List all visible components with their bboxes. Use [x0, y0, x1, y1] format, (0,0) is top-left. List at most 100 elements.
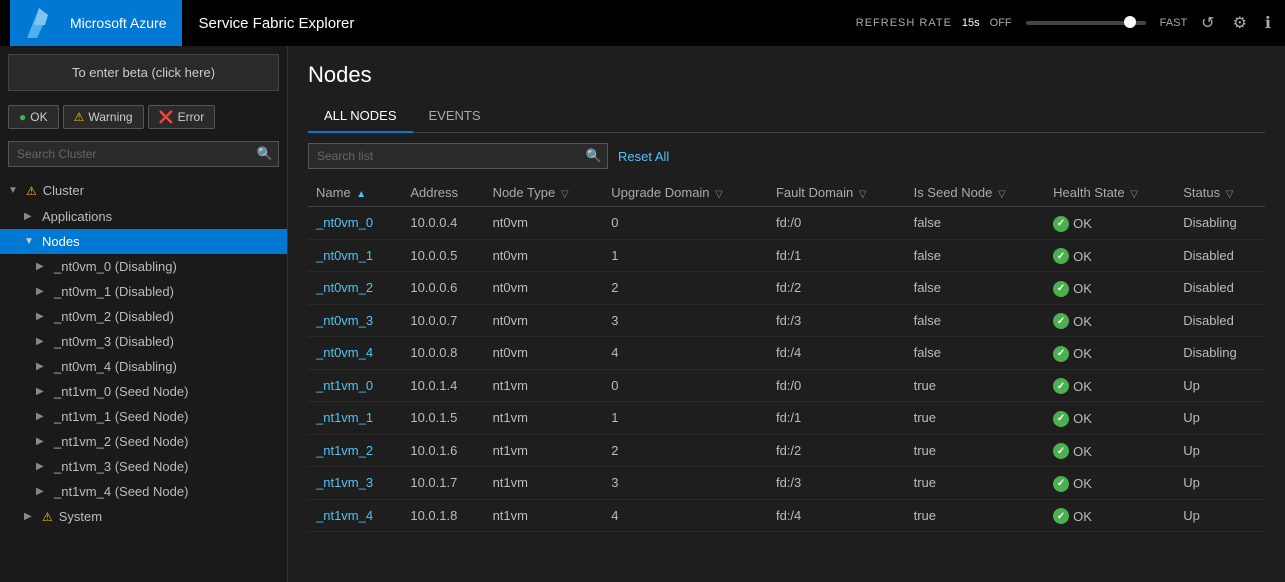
- tabs: ALL NODES EVENTS: [308, 100, 1265, 133]
- health-badge: OK: [1053, 248, 1092, 264]
- chevron-icon: ▶: [36, 286, 48, 297]
- node-link[interactable]: _nt1vm_3: [316, 475, 373, 490]
- search-cluster-icon[interactable]: 🔍: [257, 146, 273, 162]
- sidebar-item-nt0vm2[interactable]: ▶ _nt0vm_2 (Disabled): [0, 304, 287, 329]
- content-area: Nodes ALL NODES EVENTS 🔍 Reset All Name …: [288, 46, 1285, 582]
- search-cluster-input[interactable]: [8, 141, 279, 167]
- col-is-seed-node[interactable]: Is Seed Node ▽: [906, 179, 1046, 207]
- sidebar-item-cluster[interactable]: ▼ ⚠ Cluster: [0, 177, 287, 204]
- refresh-slider[interactable]: [1026, 21, 1146, 25]
- cell-address: 10.0.1.8: [402, 499, 484, 532]
- cell-health-state: OK: [1045, 239, 1175, 272]
- node-label: _nt0vm_0 (Disabling): [54, 259, 177, 274]
- sidebar-item-nt0vm0[interactable]: ▶ _nt0vm_0 (Disabling): [0, 254, 287, 279]
- sidebar-item-nt1vm4[interactable]: ▶ _nt1vm_4 (Seed Node): [0, 479, 287, 504]
- chevron-icon: ▶: [24, 511, 36, 522]
- cell-is-seed-node: true: [906, 369, 1046, 402]
- info-icon[interactable]: ℹ: [1261, 9, 1275, 37]
- settings-icon[interactable]: ⚙: [1229, 9, 1251, 37]
- cell-name: _nt0vm_2: [308, 272, 402, 305]
- cell-address: 10.0.0.6: [402, 272, 484, 305]
- main-layout: To enter beta (click here) ● OK ⚠ Warnin…: [0, 46, 1285, 582]
- ok-status-button[interactable]: ● OK: [8, 105, 59, 129]
- applications-label: Applications: [42, 209, 112, 224]
- content-toolbar: 🔍 Reset All: [288, 133, 1285, 179]
- cell-status: Up: [1175, 402, 1265, 435]
- reset-all-button[interactable]: Reset All: [618, 149, 669, 164]
- chevron-icon: ▶: [36, 386, 48, 397]
- table-row: _nt0vm_3 10.0.0.7 nt0vm 3 fd:/3 false OK…: [308, 304, 1265, 337]
- sidebar-item-nt1vm0[interactable]: ▶ _nt1vm_0 (Seed Node): [0, 379, 287, 404]
- col-address[interactable]: Address: [402, 179, 484, 207]
- col-name[interactable]: Name ▲: [308, 179, 402, 207]
- cell-node-type: nt1vm: [485, 402, 604, 435]
- chevron-icon: ▶: [36, 486, 48, 497]
- cell-node-type: nt0vm: [485, 304, 604, 337]
- search-list-icon: 🔍: [586, 148, 602, 164]
- cell-fault-domain: fd:/0: [768, 369, 906, 402]
- content-header: Nodes ALL NODES EVENTS: [288, 46, 1285, 133]
- chevron-icon: ▼: [8, 185, 20, 196]
- refresh-icon[interactable]: ↺: [1197, 9, 1218, 37]
- table-row: _nt1vm_4 10.0.1.8 nt1vm 4 fd:/4 true OK …: [308, 499, 1265, 532]
- col-health-state[interactable]: Health State ▽: [1045, 179, 1175, 207]
- cell-is-seed-node: true: [906, 499, 1046, 532]
- col-node-type[interactable]: Node Type ▽: [485, 179, 604, 207]
- sidebar-item-nt0vm3[interactable]: ▶ _nt0vm_3 (Disabled): [0, 329, 287, 354]
- node-label: _nt1vm_0 (Seed Node): [54, 384, 188, 399]
- chevron-icon: ▶: [36, 361, 48, 372]
- system-label: System: [59, 509, 102, 524]
- cell-node-type: nt0vm: [485, 239, 604, 272]
- sidebar-item-nt0vm1[interactable]: ▶ _nt0vm_1 (Disabled): [0, 279, 287, 304]
- warning-status-button[interactable]: ⚠ Warning: [63, 105, 144, 129]
- sidebar-item-nodes[interactable]: ▼ Nodes: [0, 229, 287, 254]
- chevron-icon: ▶: [36, 436, 48, 447]
- brand-label: Microsoft Azure: [70, 15, 166, 31]
- cell-fault-domain: fd:/2: [768, 272, 906, 305]
- cell-is-seed-node: false: [906, 239, 1046, 272]
- cell-upgrade-domain: 2: [603, 434, 768, 467]
- cell-health-state: OK: [1045, 369, 1175, 402]
- ok-circle-icon: [1053, 248, 1069, 264]
- tab-events[interactable]: EVENTS: [413, 100, 497, 133]
- cell-name: _nt0vm_1: [308, 239, 402, 272]
- node-link[interactable]: _nt1vm_2: [316, 443, 373, 458]
- table-row: _nt0vm_2 10.0.0.6 nt0vm 2 fd:/2 false OK…: [308, 272, 1265, 305]
- cell-fault-domain: fd:/1: [768, 402, 906, 435]
- node-label: _nt0vm_3 (Disabled): [54, 334, 174, 349]
- search-list-box: 🔍: [308, 143, 608, 169]
- sidebar-item-nt1vm3[interactable]: ▶ _nt1vm_3 (Seed Node): [0, 454, 287, 479]
- node-link[interactable]: _nt1vm_1: [316, 410, 373, 425]
- cell-is-seed-node: false: [906, 304, 1046, 337]
- cell-address: 10.0.1.5: [402, 402, 484, 435]
- node-link[interactable]: _nt0vm_0: [316, 215, 373, 230]
- ok-icon: ●: [19, 110, 26, 124]
- sidebar-item-nt1vm1[interactable]: ▶ _nt1vm_1 (Seed Node): [0, 404, 287, 429]
- nodes-table: Name ▲ Address Node Type ▽ Upgrade Domai…: [308, 179, 1265, 532]
- node-link[interactable]: _nt0vm_1: [316, 248, 373, 263]
- sidebar-item-nt0vm4[interactable]: ▶ _nt0vm_4 (Disabling): [0, 354, 287, 379]
- col-status[interactable]: Status ▽: [1175, 179, 1265, 207]
- table-row: _nt0vm_0 10.0.0.4 nt0vm 0 fd:/0 false OK…: [308, 207, 1265, 240]
- error-icon: ❌: [159, 110, 174, 124]
- node-link[interactable]: _nt1vm_4: [316, 508, 373, 523]
- table-row: _nt1vm_3 10.0.1.7 nt1vm 3 fd:/3 true OK …: [308, 467, 1265, 500]
- tab-all-nodes[interactable]: ALL NODES: [308, 100, 413, 133]
- col-upgrade-domain[interactable]: Upgrade Domain ▽: [603, 179, 768, 207]
- cell-name: _nt1vm_3: [308, 467, 402, 500]
- chevron-icon: ▶: [36, 311, 48, 322]
- node-link[interactable]: _nt0vm_4: [316, 345, 373, 360]
- cluster-label: Cluster: [43, 183, 84, 198]
- sidebar-item-nt1vm2[interactable]: ▶ _nt1vm_2 (Seed Node): [0, 429, 287, 454]
- sidebar-item-system[interactable]: ▶ ⚠ System: [0, 504, 287, 529]
- search-list-input[interactable]: [308, 143, 608, 169]
- node-link[interactable]: _nt1vm_0: [316, 378, 373, 393]
- node-link[interactable]: _nt0vm_2: [316, 280, 373, 295]
- cell-fault-domain: fd:/3: [768, 304, 906, 337]
- col-fault-domain[interactable]: Fault Domain ▽: [768, 179, 906, 207]
- error-status-button[interactable]: ❌ Error: [148, 105, 216, 129]
- beta-button[interactable]: To enter beta (click here): [8, 54, 279, 91]
- sidebar-item-applications[interactable]: ▶ Applications: [0, 204, 287, 229]
- health-badge: OK: [1053, 216, 1092, 232]
- node-link[interactable]: _nt0vm_3: [316, 313, 373, 328]
